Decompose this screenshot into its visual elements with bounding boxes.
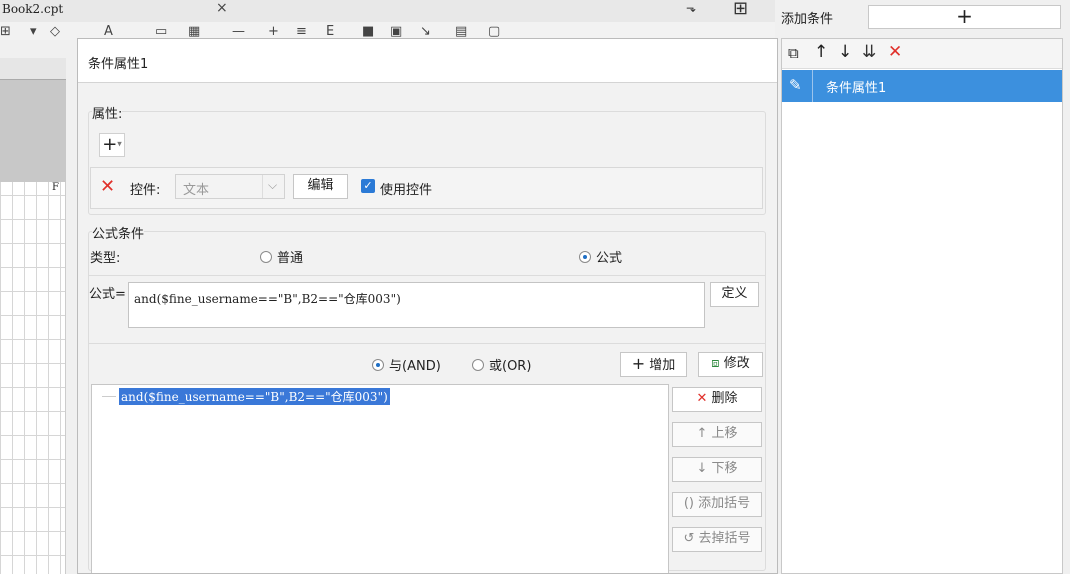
- chevron-down-icon[interactable]: ▾: [30, 24, 37, 39]
- add-condition-button[interactable]: +: [868, 5, 1061, 29]
- dialog-title-bar: 条件属性1: [78, 39, 777, 83]
- add-condition-label: 添加条件: [781, 12, 834, 27]
- line-icon[interactable]: —: [232, 24, 245, 39]
- chevron-down-icon: ▾: [117, 139, 122, 150]
- divider: [812, 70, 813, 102]
- add-parens-button[interactable]: () 添加括号: [672, 492, 762, 517]
- background-tab-title[interactable]: Book2.cpt: [2, 2, 63, 16]
- column-header[interactable]: F: [52, 182, 59, 193]
- arrow-up-icon[interactable]: ↑: [814, 42, 828, 62]
- control-type-value: 文本: [183, 183, 210, 198]
- arrow-down-icon: ↓: [696, 461, 708, 476]
- spreadsheet-grid[interactable]: F: [0, 182, 66, 574]
- close-icon[interactable]: ×: [216, 0, 228, 16]
- modify-button[interactable]: ⧈ 修改: [698, 352, 763, 377]
- select-divider: [262, 175, 263, 198]
- arrow-up-icon: ↑: [696, 426, 708, 441]
- remove-parentheses-icon: ↺: [683, 531, 695, 546]
- pin-icon[interactable]: ⬎: [686, 1, 696, 15]
- logic-or-radio[interactable]: [472, 359, 484, 371]
- divider: [88, 275, 766, 276]
- define-button[interactable]: 定义: [710, 282, 759, 307]
- add-parens-label: 添加括号: [698, 496, 751, 511]
- type-normal-radio[interactable]: [260, 251, 272, 263]
- pencil-icon: ✎: [789, 76, 802, 94]
- border-icon[interactable]: ▭: [155, 24, 167, 39]
- background-tab-bar: Book2.cpt × ⬎ ⊞: [0, 0, 775, 22]
- formula-value: and($fine_username=="B",B2=="仓库003"): [134, 292, 401, 306]
- chevron-down-icon: ⌵: [268, 178, 278, 192]
- formula-label: 公式=: [89, 287, 126, 302]
- move-up-label: 上移: [711, 426, 738, 441]
- move-up-button[interactable]: ↑ 上移: [672, 422, 762, 447]
- modify-icon: ⧈: [711, 356, 720, 371]
- condition-expression-list: and($fine_username=="B",B2=="仓库003"): [91, 384, 669, 573]
- use-control-checkbox[interactable]: ✓: [361, 179, 375, 193]
- plus-icon: +: [631, 354, 646, 373]
- edit-button[interactable]: 编辑: [293, 174, 348, 199]
- frame-icon[interactable]: ▢: [488, 24, 500, 39]
- move-down-label: 下移: [711, 461, 738, 476]
- align-icon[interactable]: ≡: [296, 24, 307, 39]
- delete-button-label: 删除: [711, 391, 738, 406]
- remove-parens-button[interactable]: ↺ 去掉括号: [672, 527, 762, 552]
- condition-properties-dialog: 条件属性1 属性: +▾ ✕ 控件: 文本 ⌵ 编辑 ✓ 使用控件 公式条件 类…: [77, 38, 778, 574]
- formula-condition-legend: 公式条件: [92, 223, 145, 242]
- image-icon[interactable]: ▣: [390, 24, 402, 39]
- type-formula-radio[interactable]: [579, 251, 591, 263]
- delete-icon[interactable]: ✕: [888, 42, 902, 62]
- add-condition-row-button[interactable]: + 增加: [620, 352, 687, 377]
- type-formula-label: 公式: [596, 251, 623, 266]
- layout-icon[interactable]: ⊞: [733, 0, 748, 19]
- condition-list-panel: ⧉ ↑ ↓ ⇊ ✕ ✎ 条件属性1: [781, 38, 1063, 574]
- type-normal-label: 普通: [277, 251, 304, 266]
- condition-expression-row[interactable]: and($fine_username=="B",B2=="仓库003"): [119, 388, 390, 405]
- dialog-title: 条件属性1: [88, 57, 149, 72]
- report-icon[interactable]: ▤: [455, 24, 467, 39]
- add-property-button[interactable]: +▾: [99, 133, 125, 157]
- condition-item-selected[interactable]: ✎ 条件属性1: [782, 70, 1062, 102]
- parentheses-icon: (): [683, 496, 694, 511]
- sheet-header-area: [0, 80, 66, 182]
- use-control-label: 使用控件: [380, 183, 433, 198]
- control-label: 控件:: [130, 183, 161, 198]
- type-label: 类型:: [90, 251, 121, 266]
- divider: [88, 343, 766, 344]
- insert-icon[interactable]: +: [268, 24, 279, 39]
- tree-connector: [102, 396, 116, 397]
- delete-icon: ✕: [696, 391, 708, 406]
- ruler: [0, 58, 66, 80]
- font-color-icon[interactable]: A: [104, 24, 113, 39]
- modify-button-label: 修改: [723, 356, 750, 371]
- remove-property-icon[interactable]: ✕: [100, 176, 115, 197]
- slash-icon[interactable]: ↘: [420, 24, 431, 39]
- logic-and-radio[interactable]: [372, 359, 384, 371]
- control-type-select[interactable]: 文本 ⌵: [175, 174, 285, 199]
- text-icon[interactable]: E: [326, 24, 334, 39]
- add-condition-bar: 添加条件 +: [775, 0, 1070, 38]
- table-icon[interactable]: ▦: [188, 24, 200, 39]
- formula-input[interactable]: and($fine_username=="B",B2=="仓库003"): [128, 282, 705, 328]
- properties-legend: 属性:: [92, 103, 123, 122]
- chart-icon[interactable]: ■: [362, 24, 374, 39]
- delete-button[interactable]: ✕ 删除: [672, 387, 762, 412]
- grid-icon[interactable]: ⊞: [0, 24, 11, 39]
- logic-and-label: 与(AND): [389, 359, 441, 374]
- move-bottom-icon[interactable]: ⇊: [862, 42, 876, 62]
- logic-or-label: 或(OR): [489, 359, 532, 374]
- plus-icon: +: [102, 134, 118, 155]
- condition-item-label: 条件属性1: [826, 81, 887, 96]
- add-button-label: 增加: [649, 358, 676, 373]
- copy-icon[interactable]: ⧉: [788, 44, 799, 62]
- condition-list-toolbar: ⧉ ↑ ↓ ⇊ ✕: [782, 39, 1062, 69]
- remove-parens-label: 去掉括号: [698, 531, 751, 546]
- fill-icon[interactable]: ◇: [50, 24, 60, 39]
- arrow-down-icon[interactable]: ↓: [838, 42, 852, 62]
- move-down-button[interactable]: ↓ 下移: [672, 457, 762, 482]
